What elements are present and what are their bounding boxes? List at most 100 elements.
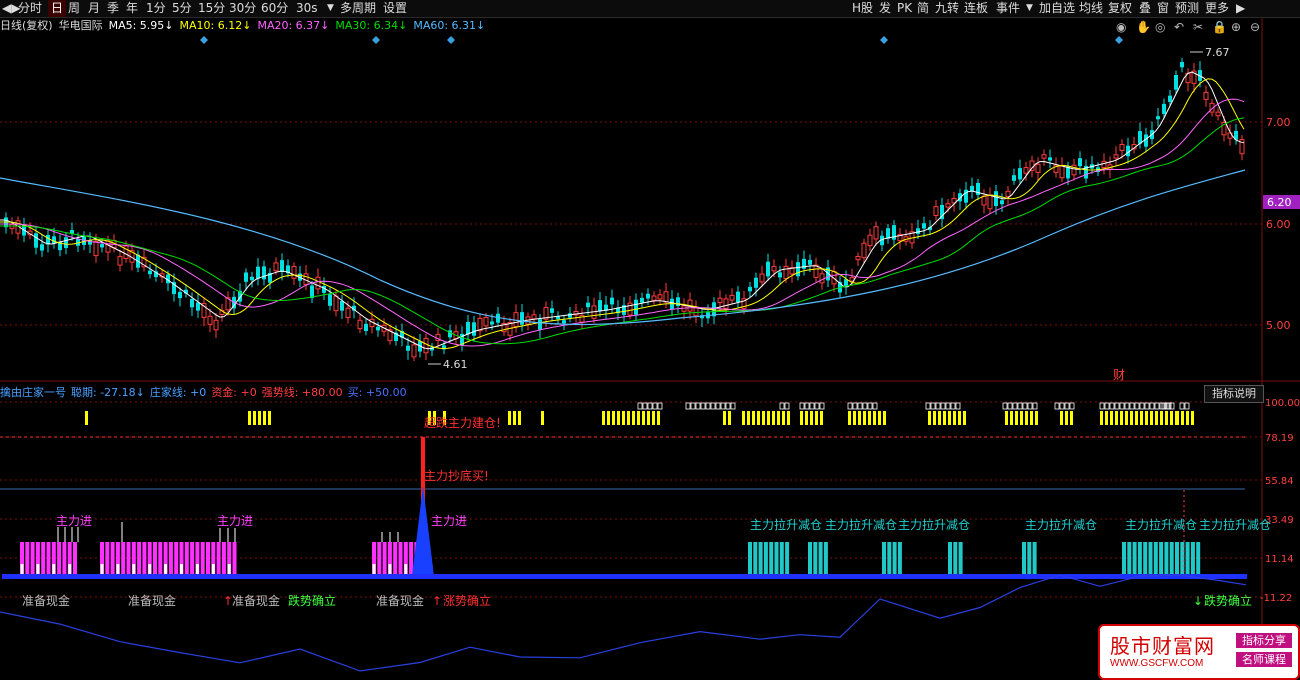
share-badge[interactable]: 指标分享 (1236, 633, 1292, 648)
zhuli-mark (174, 564, 178, 574)
zhuli-mark (62, 564, 66, 574)
signal-box (1002, 402, 1008, 410)
candle-body (808, 259, 812, 265)
candle-body (586, 302, 590, 308)
signal-bar (723, 411, 726, 425)
signal-box (1139, 402, 1145, 410)
signal-box (1007, 402, 1013, 410)
signal-bar (810, 411, 813, 425)
signal-bar (1140, 411, 1143, 425)
signal-bar (873, 411, 876, 425)
candle-body (867, 234, 873, 247)
candle-body (315, 276, 321, 290)
signal-bar (1100, 411, 1103, 425)
signal-box (809, 402, 815, 410)
signal-bar (800, 411, 803, 425)
candle-body (52, 236, 56, 244)
candle-body (117, 256, 123, 266)
zhuli-mark (217, 564, 221, 574)
candle-body (663, 291, 669, 303)
zhuli-mark (399, 564, 402, 574)
signal-bar (1170, 411, 1173, 425)
signal-box (1109, 402, 1115, 410)
candle-body (783, 265, 789, 280)
logo-title: 股市财富网 (1110, 634, 1215, 658)
signal-box (852, 402, 858, 410)
signal-box (1124, 402, 1130, 410)
candle-body (634, 299, 638, 315)
annotation-diedie: 跌势确立 (1204, 593, 1252, 608)
signal-box (1114, 402, 1120, 410)
candle-body (1174, 74, 1178, 90)
zhuli-mark (142, 564, 146, 574)
annotation-lasheng: 主力拉升减仓 (1025, 517, 1097, 532)
zhuli-mark (57, 564, 61, 574)
zhuli-mark (41, 564, 45, 574)
signal-bar (752, 411, 755, 425)
signal-diamonds (200, 36, 1123, 44)
signal-bar (1030, 411, 1033, 425)
ind-tick: -11.22 (1260, 593, 1292, 604)
candle-body (759, 273, 765, 283)
candle-body (105, 240, 111, 253)
lasheng-bar (953, 542, 958, 576)
annotation-zhangshi: 涨势确立 (443, 593, 491, 608)
lasheng-bar (1190, 542, 1195, 576)
signal-bar (953, 411, 956, 425)
lasheng-bar (1185, 542, 1190, 576)
candle-body (778, 272, 782, 278)
lasheng-bar (1132, 542, 1137, 576)
signal-box (819, 402, 825, 410)
candle-body (1005, 190, 1011, 198)
stock-chart-canvas[interactable]: 7.00 6.00 5.00 6.20 7.67 4.61 财 100.00 7… (0, 0, 1300, 679)
signal-bar (1020, 411, 1023, 425)
candle-body (1119, 144, 1125, 151)
signal-box (1169, 402, 1175, 410)
lasheng-bar (892, 542, 897, 576)
lasheng-bar (1169, 542, 1174, 576)
candle-body (213, 319, 219, 331)
candle-body (754, 277, 758, 288)
candle-body (640, 297, 644, 303)
candle-body (345, 307, 351, 319)
price-tick: 7.00 (1266, 116, 1291, 129)
signal-bar (1035, 411, 1038, 425)
signal-bar (622, 411, 625, 425)
zhuli-mark (388, 564, 392, 574)
signal-box (847, 402, 853, 410)
signal-box (1027, 402, 1033, 410)
finance-marker[interactable]: 财 (1113, 368, 1125, 382)
course-badge[interactable]: 名师课程 (1236, 652, 1292, 667)
price-tick: 5.00 (1266, 319, 1291, 332)
zhuli-mark (116, 564, 120, 574)
lasheng-bar (887, 542, 892, 576)
signal-bar (757, 411, 760, 425)
signal-box (1154, 402, 1160, 410)
signal-bar (652, 411, 655, 425)
signal-box (685, 402, 691, 410)
signal-bar (1186, 411, 1189, 425)
up-arrow-icon: ↑ (223, 594, 233, 608)
ma-lines (0, 71, 1246, 350)
zhuli-mark (404, 564, 408, 574)
zhuli-mark (121, 564, 125, 574)
zhuli-mark (52, 564, 56, 574)
zhuli-mark (148, 564, 152, 574)
indicator-name: 擒由庄家一号 (0, 386, 66, 399)
zhuli-mark (377, 564, 381, 574)
zhuangjia-value: 庄家线: +0 (149, 386, 207, 399)
annotation-zhuli-jin: 主力进 (431, 514, 467, 528)
lasheng-bar (1122, 542, 1126, 576)
indicator-help-button[interactable]: 指标说明 (1204, 385, 1264, 403)
indicator-legend: 擒由庄家一号 聪期: -27.18↓ 庄家线: +0 资金: +0 强势线: +80.0… (0, 386, 412, 400)
signal-bar (943, 411, 946, 425)
signal-bar (607, 411, 610, 425)
candle-body (771, 265, 777, 272)
signal-box (1184, 402, 1190, 410)
signal-bar (617, 411, 620, 425)
signal-box (730, 402, 736, 410)
signal-box (657, 402, 663, 410)
annotation-chaodi-jiancang: 超跌主力建仓! (424, 415, 501, 430)
down-arrow-icon: ↓ (1193, 594, 1203, 608)
low-price-label: 4.61 (443, 358, 468, 371)
